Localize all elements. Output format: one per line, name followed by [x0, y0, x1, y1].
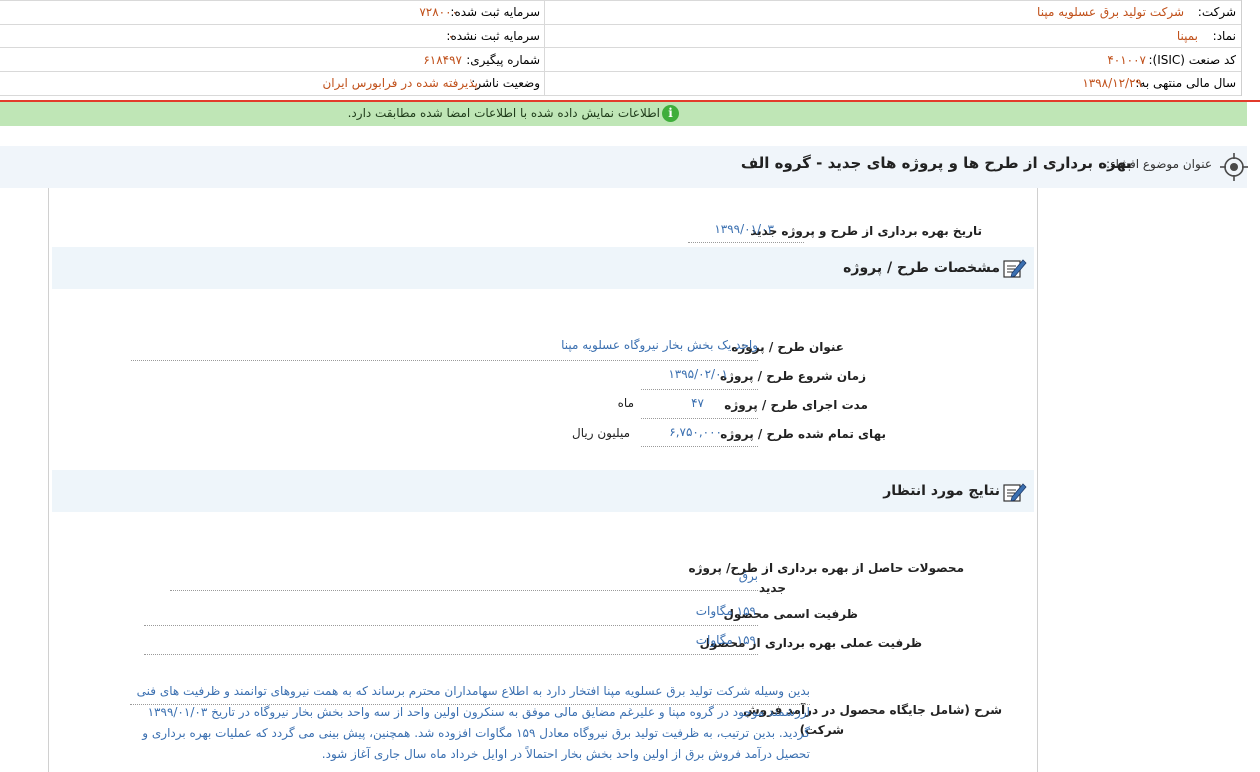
products-label: محصولات حاصل از بهره برداری از طرح/ پروژ…: [688, 561, 964, 575]
dotted-underline: [641, 418, 758, 419]
products-label-continued: جدید: [758, 581, 786, 595]
grid-line: [0, 0, 1241, 1]
unregistered-capital-label: سرمایه ثبت نشده:: [446, 29, 540, 43]
isic-value: ۴۰۱۰۰۷: [1107, 53, 1146, 67]
project-start-value: ۱۳۹۵/۰۲/۰۱: [668, 367, 728, 381]
target-icon: [1220, 153, 1248, 181]
dotted-underline: [144, 654, 758, 655]
project-section-title: مشخصات طرح / پروژه: [843, 260, 1000, 276]
project-duration-label: مدت اجرای طرح / پروژه: [724, 398, 868, 412]
subject-title: بهره برداری از طرح ها و پروژه های جدید -…: [740, 154, 1132, 172]
project-duration-value: ۴۷: [691, 396, 704, 410]
company-label: شرکت:: [1197, 5, 1236, 19]
symbol-label: نماد:: [1212, 29, 1236, 43]
fiscal-year-label: سال مالی منتهی به:: [1135, 76, 1236, 90]
actual-capacity-value: ۱۵۹ مگاوات: [695, 633, 756, 647]
dotted-underline: [131, 360, 758, 361]
start-date-value: ۱۳۹۹/۰۱/۰۳: [714, 222, 774, 236]
grid-line: [0, 95, 1241, 96]
description-text: بدین وسیله شرکت تولید برق عسلویه مپنا اف…: [136, 684, 810, 761]
isic-label: کد صنعت (ISIC):: [1148, 53, 1236, 67]
grid-line: [0, 71, 1241, 72]
project-name-value: واحد یک بخش بخار نیروگاه عسلویه مپنا: [561, 338, 758, 352]
publisher-status-label: وضعیت ناشر:: [471, 76, 540, 90]
publisher-status-value: پذیرفته شده در فرابورس ایران: [322, 76, 478, 90]
company-value[interactable]: شرکت تولید برق عسلویه مپنا: [1037, 5, 1184, 19]
dotted-underline: [144, 625, 758, 626]
grid-divider: [544, 0, 545, 96]
nominal-capacity-value: ۱۵۹ مگاوات: [695, 604, 756, 618]
project-cost-unit: میلیون ریال: [572, 426, 630, 440]
dotted-underline: [688, 242, 804, 243]
tracking-number-value: ۶۱۸۴۹۷: [423, 53, 462, 67]
dotted-underline: [130, 704, 810, 705]
info-icon: i: [662, 105, 679, 122]
dotted-underline: [641, 389, 758, 390]
fiscal-year-value: ۱۳۹۸/۱۲/۲۹: [1082, 76, 1142, 90]
signature-notice-text: اطلاعات نمایش داده شده با اطلاعات امضا ش…: [347, 106, 660, 120]
project-duration-unit: ماه: [617, 396, 634, 410]
tracking-number-label: شماره پیگیری:: [466, 53, 540, 67]
edit-icon: [1003, 259, 1027, 278]
results-section-title: نتایج مورد انتظار: [883, 483, 1000, 499]
project-start-label: زمان شروع طرح / پروژه: [720, 369, 866, 383]
registered-capital-value: ۷۲۸۰۰۰: [419, 5, 458, 19]
dotted-underline: [641, 446, 758, 447]
symbol-value[interactable]: بمپنا: [1177, 29, 1198, 43]
products-value: برق: [738, 569, 758, 583]
project-cost-value: ۶,۷۵۰,۰۰۰: [669, 425, 722, 439]
grid-line: [0, 24, 1241, 25]
start-date-label: تاریخ بهره برداری از طرح و پروژه جدید: [750, 224, 982, 238]
edit-icon: [1003, 483, 1027, 502]
registered-capital-label: سرمایه ثبت شده:: [450, 5, 540, 19]
page-edge: [1241, 0, 1242, 96]
project-cost-label: بهای تمام شده طرح / پروژه: [720, 427, 886, 441]
unregistered-capital-value: ۰: [447, 29, 454, 43]
dotted-underline: [170, 590, 758, 591]
grid-line: [0, 47, 1241, 48]
